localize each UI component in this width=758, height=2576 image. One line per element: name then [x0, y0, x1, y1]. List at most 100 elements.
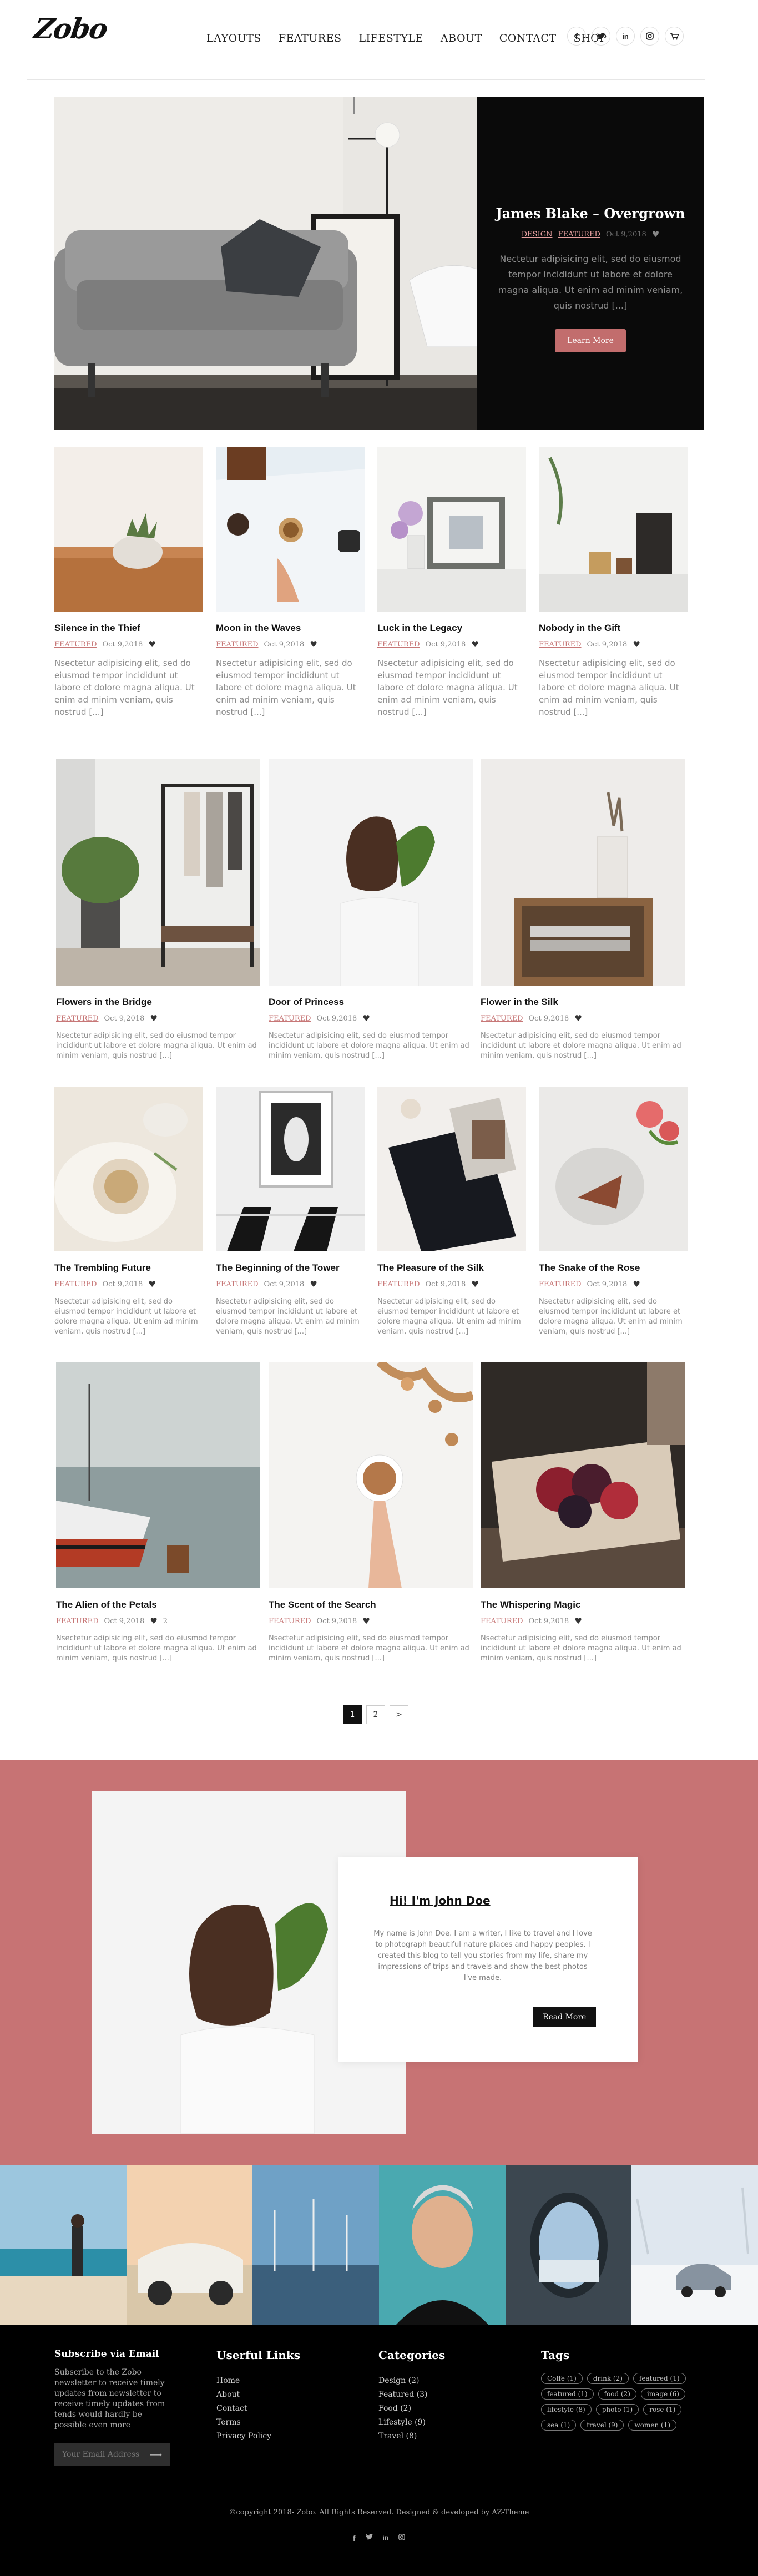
- post-image[interactable]: [56, 1362, 260, 1588]
- category-item[interactable]: Featured (3): [378, 2388, 445, 2402]
- category-link[interactable]: FEATURED: [269, 1617, 311, 1625]
- post-image[interactable]: [539, 447, 688, 612]
- tag[interactable]: lifestyle (8): [541, 2404, 592, 2415]
- post-image[interactable]: [54, 1087, 203, 1251]
- tag[interactable]: image (6): [640, 2388, 685, 2400]
- post-image[interactable]: [481, 1362, 685, 1588]
- heart-icon[interactable]: ♥: [150, 1616, 157, 1626]
- heart-icon[interactable]: ♥: [574, 1013, 582, 1023]
- hero-image[interactable]: [54, 97, 477, 430]
- learn-more-button[interactable]: Learn More: [555, 329, 626, 352]
- post-image[interactable]: [216, 447, 365, 612]
- footer-link-terms[interactable]: Terms: [216, 2416, 300, 2429]
- post-title[interactable]: The Scent of the Search: [269, 1599, 473, 1610]
- heart-icon[interactable]: ♥: [652, 229, 659, 239]
- site-logo[interactable]: Zobo: [32, 12, 109, 45]
- heart-icon[interactable]: ♥: [150, 1013, 157, 1023]
- nav-lifestyle[interactable]: LIFESTYLE: [359, 32, 423, 44]
- nav-layouts[interactable]: LAYOUTS: [206, 32, 261, 44]
- category-item[interactable]: Travel (8): [378, 2429, 445, 2443]
- post-title[interactable]: The Pleasure of the Silk: [377, 1262, 526, 1274]
- category-link[interactable]: FEATURED: [56, 1014, 99, 1023]
- footer-link-home[interactable]: Home: [216, 2374, 300, 2388]
- twitter-icon[interactable]: [592, 27, 610, 46]
- category-link[interactable]: FEATURED: [539, 640, 582, 649]
- category-link[interactable]: FEATURED: [54, 640, 97, 649]
- heart-icon[interactable]: ♥: [148, 639, 155, 649]
- category-link[interactable]: FEATURED: [54, 1280, 97, 1289]
- category-link[interactable]: DESIGN: [522, 230, 553, 239]
- tag[interactable]: featured (1): [633, 2373, 686, 2384]
- instagram-photo[interactable]: [126, 2165, 253, 2325]
- twitter-icon[interactable]: [365, 2534, 373, 2543]
- category-link[interactable]: FEATURED: [539, 1280, 582, 1289]
- post-image[interactable]: [56, 759, 260, 986]
- footer-link-privacy[interactable]: Privacy Policy: [216, 2429, 300, 2443]
- heart-icon[interactable]: ♥: [471, 1279, 478, 1289]
- heart-icon[interactable]: ♥: [471, 639, 478, 649]
- tag[interactable]: photo (1): [595, 2404, 639, 2415]
- arrow-right-icon[interactable]: ⟶: [149, 2449, 162, 2460]
- instagram-photo[interactable]: [252, 2165, 380, 2325]
- post-title[interactable]: The Beginning of the Tower: [216, 1262, 365, 1274]
- cart-icon[interactable]: [665, 27, 684, 46]
- post-image[interactable]: [377, 1087, 526, 1251]
- post-title[interactable]: Luck in the Legacy: [377, 623, 526, 634]
- facebook-icon[interactable]: f: [353, 2534, 356, 2543]
- category-link[interactable]: FEATURED: [481, 1014, 523, 1023]
- post-title[interactable]: The Alien of the Petals: [56, 1599, 260, 1610]
- post-title[interactable]: Flower in the Silk: [481, 997, 685, 1008]
- instagram-icon[interactable]: [398, 2534, 406, 2543]
- post-title[interactable]: Door of Princess: [269, 997, 473, 1008]
- category-link[interactable]: FEATURED: [377, 1280, 420, 1289]
- category-link[interactable]: FEATURED: [216, 1280, 259, 1289]
- post-title[interactable]: Flowers in the Bridge: [56, 997, 260, 1008]
- heart-icon[interactable]: ♥: [574, 1616, 582, 1626]
- nav-features[interactable]: FEATURES: [279, 32, 342, 44]
- instagram-icon[interactable]: [640, 27, 659, 46]
- tag[interactable]: rose (1): [643, 2404, 682, 2415]
- heart-icon[interactable]: ♥: [310, 639, 317, 649]
- instagram-photo[interactable]: [379, 2165, 506, 2325]
- heart-icon[interactable]: ♥: [148, 1279, 155, 1289]
- next-page-button[interactable]: >: [390, 1705, 408, 1724]
- instagram-photo[interactable]: [0, 2165, 127, 2325]
- read-more-button[interactable]: Read More: [533, 2007, 597, 2027]
- page-1-button[interactable]: 1: [343, 1705, 362, 1724]
- facebook-icon[interactable]: f: [567, 27, 586, 46]
- post-image[interactable]: [539, 1087, 688, 1251]
- heart-icon[interactable]: ♥: [310, 1279, 317, 1289]
- post-image[interactable]: [216, 1087, 365, 1251]
- post-title[interactable]: Moon in the Waves: [216, 623, 365, 634]
- category-link[interactable]: FEATURED: [269, 1014, 311, 1023]
- nav-contact[interactable]: CONTACT: [499, 32, 557, 44]
- footer-link-about[interactable]: About: [216, 2388, 300, 2402]
- heart-icon[interactable]: ♥: [362, 1013, 370, 1023]
- instagram-photo[interactable]: [505, 2165, 632, 2325]
- post-title[interactable]: The Whispering Magic: [481, 1599, 685, 1610]
- post-image[interactable]: [481, 759, 685, 986]
- hero-title[interactable]: James Blake – Overgrown: [477, 205, 704, 221]
- heart-icon[interactable]: ♥: [362, 1616, 370, 1626]
- post-title[interactable]: Silence in the Thief: [54, 623, 203, 634]
- category-link[interactable]: FEATURED: [558, 230, 600, 239]
- category-link[interactable]: FEATURED: [377, 640, 420, 649]
- tag[interactable]: drink (2): [587, 2373, 629, 2384]
- tag[interactable]: sea (1): [541, 2420, 577, 2431]
- post-image[interactable]: [269, 1362, 473, 1588]
- category-link[interactable]: FEATURED: [56, 1617, 99, 1625]
- category-item[interactable]: Food (2): [378, 2402, 445, 2416]
- post-title[interactable]: Nobody in the Gift: [539, 623, 688, 634]
- tag[interactable]: featured (1): [541, 2388, 594, 2400]
- post-image[interactable]: [54, 447, 203, 612]
- heart-icon[interactable]: ♥: [633, 639, 640, 649]
- tag[interactable]: women (1): [628, 2420, 677, 2431]
- post-title[interactable]: The Trembling Future: [54, 1262, 203, 1274]
- category-item[interactable]: Design (2): [378, 2374, 445, 2388]
- footer-link-contact[interactable]: Contact: [216, 2402, 300, 2416]
- linkedin-icon[interactable]: in: [383, 2534, 389, 2543]
- heart-icon[interactable]: ♥: [633, 1279, 640, 1289]
- category-link[interactable]: FEATURED: [481, 1617, 523, 1625]
- page-2-button[interactable]: 2: [366, 1705, 385, 1724]
- post-title[interactable]: The Snake of the Rose: [539, 1262, 688, 1274]
